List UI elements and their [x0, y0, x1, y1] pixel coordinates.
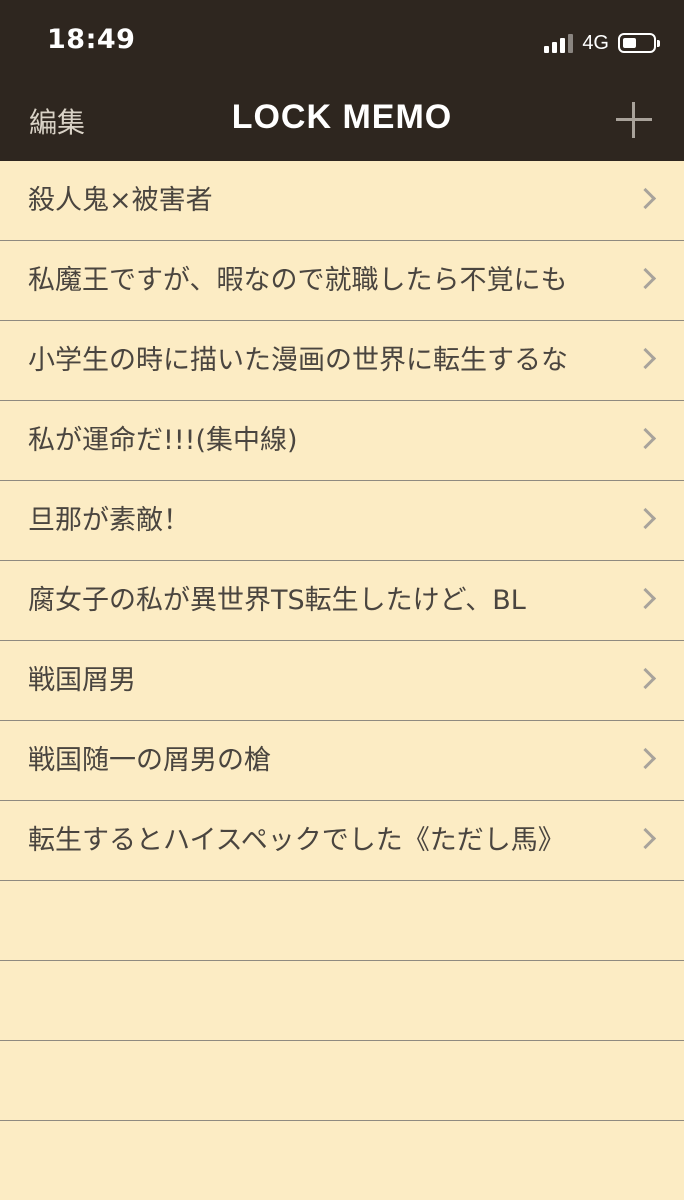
chevron-right-icon [634, 187, 657, 210]
memo-row[interactable]: 私魔王ですが、暇なので就職したら不覚にも [0, 241, 684, 321]
memo-title: 殺人鬼×被害者 [28, 185, 213, 216]
chevron-right-icon [634, 507, 657, 530]
memo-title: 戦国随一の屑男の槍 [28, 745, 271, 776]
plus-icon[interactable] [614, 100, 654, 140]
memo-row[interactable]: 戦国随一の屑男の槍 [0, 721, 684, 801]
status-indicators: 4G [544, 30, 660, 56]
network-type: 4G [582, 31, 609, 54]
chevron-right-icon [634, 747, 657, 770]
memo-row[interactable]: 私が運命だ!!!(集中線) [0, 401, 684, 481]
memo-row[interactable]: 戦国屑男 [0, 641, 684, 721]
memo-title: 小学生の時に描いた漫画の世界に転生するな [28, 345, 568, 376]
memo-row[interactable]: 腐女子の私が異世界TS転生したけど、BL [0, 561, 684, 641]
battery-icon [618, 33, 660, 53]
chevron-right-icon [634, 267, 657, 290]
memo-row[interactable]: 殺人鬼×被害者 [0, 161, 684, 241]
signal-strength-icon [544, 33, 574, 53]
page-title: LOCK MEMO [231, 98, 453, 136]
status-time: 18:49 [47, 24, 136, 55]
empty-row [0, 961, 684, 1041]
memo-list: 殺人鬼×被害者 私魔王ですが、暇なので就職したら不覚にも 小学生の時に描いた漫画… [0, 161, 684, 1200]
memo-title: 私が運命だ!!!(集中線) [28, 425, 298, 456]
chevron-right-icon [634, 827, 657, 850]
memo-row[interactable]: 転生するとハイスペックでした《ただし馬》 [0, 801, 684, 881]
memo-row[interactable]: 旦那が素敵！ [0, 481, 684, 561]
empty-row [0, 1121, 684, 1200]
chevron-right-icon [634, 587, 657, 610]
empty-row [0, 1041, 684, 1121]
memo-title: 転生するとハイスペックでした《ただし馬》 [28, 825, 565, 856]
chevron-right-icon [634, 347, 657, 370]
memo-title: 戦国屑男 [28, 665, 136, 696]
header: 18:49 4G 編集 LOCK MEMO [0, 0, 684, 161]
empty-row [0, 881, 684, 961]
memo-title: 腐女子の私が異世界TS転生したけど、BL [28, 585, 526, 616]
memo-row[interactable]: 小学生の時に描いた漫画の世界に転生するな [0, 321, 684, 401]
app-screen: 18:49 4G 編集 LOCK MEMO 殺人鬼×被害者 私魔王ですが、暇なの… [0, 0, 684, 1200]
memo-title: 旦那が素敵！ [28, 505, 190, 536]
chevron-right-icon [634, 427, 657, 450]
chevron-right-icon [634, 667, 657, 690]
memo-title: 私魔王ですが、暇なので就職したら不覚にも [28, 265, 568, 296]
